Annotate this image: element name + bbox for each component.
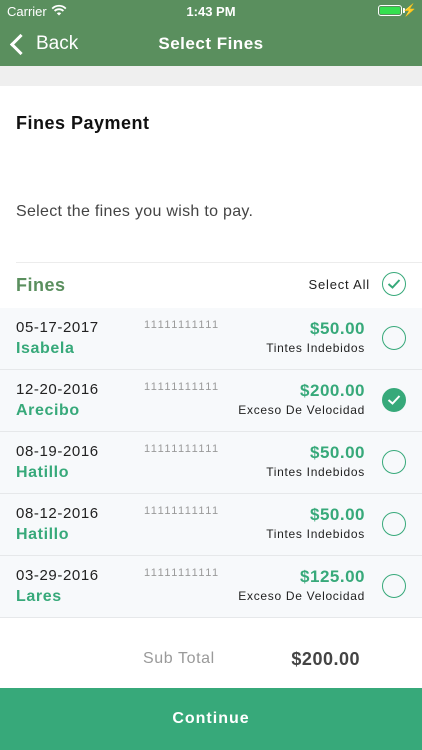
battery-icon [378,5,402,16]
status-time: 1:43 PM [186,4,236,19]
fine-reference: 11111111111 [144,443,220,455]
navigation-bar: Back Select Fines [0,22,422,66]
fine-row[interactable]: 12-20-2016 Arecibo 11111111111 $200.00 E… [0,370,422,432]
fine-row[interactable]: 08-19-2016 Hatillo 11111111111 $50.00 Ti… [0,432,422,494]
fine-reason: Tintes Indebidos [266,341,365,355]
charging-bolt-icon: ⚡ [402,3,417,17]
fine-reference: 11111111111 [144,319,220,331]
checkmark-icon [387,395,401,405]
fine-reason: Tintes Indebidos [266,465,365,479]
fine-reason: Exceso De Velocidad [238,403,365,417]
header-separator [0,66,422,86]
fine-row[interactable]: 03-29-2016 Lares 11111111111 $125.00 Exc… [0,556,422,618]
fine-date: 08-19-2016 [16,443,99,460]
fine-amount: $200.00 [300,381,365,400]
continue-button[interactable]: Continue [0,688,422,750]
subtotal-label: Sub Total [143,650,215,667]
select-all-checkbox[interactable] [382,272,406,296]
fine-amount: $50.00 [310,443,365,462]
instruction-text: Select the fines you wish to pay. [16,203,254,220]
fine-reference: 11111111111 [144,505,220,517]
subtotal-section: Sub Total $200.00 [0,630,422,688]
chevron-left-icon [9,33,32,55]
fines-list: 05-17-2017 Isabela 11111111111 $50.00 Ti… [0,308,422,618]
fine-select-checkbox[interactable] [382,326,406,350]
fine-row[interactable]: 08-12-2016 Hatillo 11111111111 $50.00 Ti… [0,494,422,556]
fine-town: Lares [16,588,62,605]
section-title: Fines Payment [16,113,150,133]
fine-reason: Exceso De Velocidad [238,589,365,603]
fine-town: Isabela [16,340,75,357]
select-all-label[interactable]: Select All [309,277,370,292]
fines-heading: Fines [16,275,66,295]
fine-reference: 11111111111 [144,567,220,579]
fine-date: 08-12-2016 [16,505,99,522]
fine-amount: $50.00 [310,505,365,524]
fine-reference: 11111111111 [144,381,220,393]
fine-select-checkbox[interactable] [382,512,406,536]
fine-select-checkbox[interactable] [382,388,406,412]
fine-select-checkbox[interactable] [382,574,406,598]
status-bar: Carrier 1:43 PM ⚡ [0,0,422,22]
fine-reason: Tintes Indebidos [266,527,365,541]
fine-amount: $125.00 [300,567,365,586]
fine-date: 03-29-2016 [16,567,99,584]
checkmark-icon [387,279,401,289]
fines-list-header: Fines Select All [0,262,422,308]
fine-town: Hatillo [16,464,70,481]
fine-amount: $50.00 [310,319,365,338]
back-label: Back [36,33,79,54]
fine-date: 05-17-2017 [16,319,99,336]
fine-row[interactable]: 05-17-2017 Isabela 11111111111 $50.00 Ti… [0,308,422,370]
subtotal-value: $200.00 [291,649,360,669]
back-button[interactable]: Back [8,22,78,66]
fine-town: Hatillo [16,526,70,543]
fine-select-checkbox[interactable] [382,450,406,474]
fine-date: 12-20-2016 [16,381,99,398]
fine-town: Arecibo [16,402,80,419]
